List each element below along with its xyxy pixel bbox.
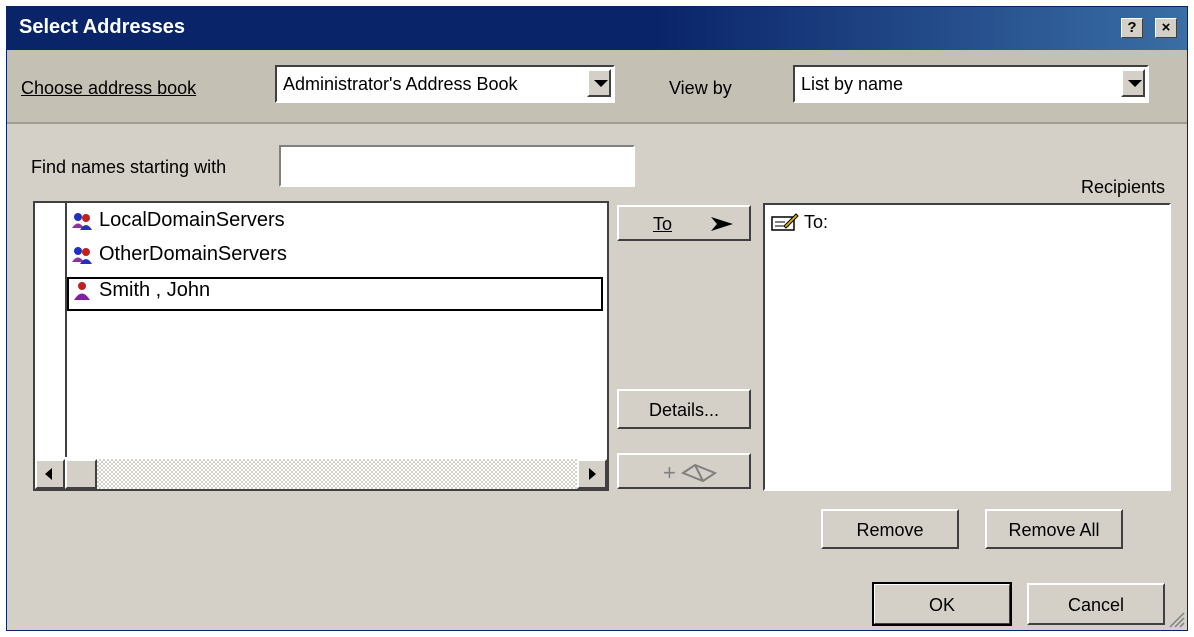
find-names-label: Find names starting with (31, 157, 227, 177)
address-book-icon (681, 463, 717, 483)
scroll-left-icon (45, 468, 52, 480)
recipients-list[interactable]: To: (763, 203, 1171, 491)
scroll-left-button[interactable] (35, 459, 65, 489)
group-icon (72, 246, 92, 264)
names-horizontal-scrollbar[interactable] (35, 459, 607, 489)
add-to-address-book-button[interactable]: + (617, 453, 751, 489)
details-button-label: Details... (648, 400, 720, 420)
choose-address-book-label-text: Choose address book (21, 78, 197, 98)
help-button[interactable]: ? (1121, 18, 1143, 38)
find-names-input[interactable] (279, 145, 635, 187)
address-book-dropdown-icon[interactable] (587, 69, 611, 97)
close-button[interactable]: × (1155, 18, 1177, 38)
person-icon (74, 281, 90, 300)
resize-grip-icon[interactable] (1167, 610, 1185, 628)
list-item[interactable]: Smith , John (67, 277, 603, 311)
view-by-dropdown-icon[interactable] (1121, 69, 1145, 97)
scroll-right-icon (589, 468, 596, 480)
title-bar[interactable]: Select Addresses ? × (7, 7, 1187, 50)
dialog-title: Select Addresses (19, 16, 186, 38)
address-book-select[interactable]: Administrator's Address Book (275, 65, 615, 103)
list-column-divider (65, 203, 67, 457)
cancel-button-label: Cancel (1067, 595, 1125, 615)
names-list[interactable]: LocalDomainServers OtherDomainServers Smit… (33, 201, 609, 491)
list-item-label: LocalDomainServers (99, 209, 285, 232)
to-button[interactable]: To (617, 205, 751, 241)
arrow-right-icon (711, 217, 733, 231)
choose-address-book-label: Choose address book (21, 78, 196, 99)
close-icon: × (1161, 19, 1171, 36)
add-plus-label: + (663, 460, 676, 485)
ok-button-label: OK (928, 595, 955, 615)
scroll-right-button[interactable] (577, 459, 607, 489)
address-book-bar: Choose address book Administrator's Addr… (7, 50, 1187, 124)
view-by-select[interactable]: List by name (793, 65, 1149, 103)
list-item-label: Smith , John (99, 279, 211, 302)
view-by-selected: List by name (801, 74, 904, 94)
remove-all-button-label: Remove All (1008, 520, 1100, 540)
help-icon: ? (1127, 19, 1137, 36)
memo-icon (771, 213, 799, 231)
recipient-to-entry[interactable]: To: (771, 211, 828, 233)
address-book-selected: Administrator's Address Book (283, 74, 518, 94)
recipient-to-label: To: (804, 211, 829, 232)
list-item[interactable]: OtherDomainServers (69, 243, 605, 277)
scroll-thumb[interactable] (65, 459, 97, 489)
cancel-button[interactable]: Cancel (1027, 583, 1165, 625)
view-by-label: View by (669, 78, 732, 98)
remove-button[interactable]: Remove (821, 509, 959, 549)
remove-button-label: Remove (856, 520, 924, 540)
list-item[interactable]: LocalDomainServers (69, 209, 605, 243)
to-button-label: To (653, 214, 672, 235)
group-icon (72, 212, 92, 230)
recipients-label-text: Recipients (1081, 177, 1166, 197)
remove-all-button[interactable]: Remove All (985, 509, 1123, 549)
select-addresses-dialog: Select Addresses ? × Choose address book… (6, 6, 1188, 631)
list-item-label: OtherDomainServers (99, 243, 287, 266)
recipients-label: Recipients (1081, 177, 1165, 198)
details-button[interactable]: Details... (617, 389, 751, 429)
to-button-text: To (653, 214, 673, 234)
scroll-track[interactable] (97, 459, 577, 489)
ok-button[interactable]: OK (872, 582, 1012, 626)
